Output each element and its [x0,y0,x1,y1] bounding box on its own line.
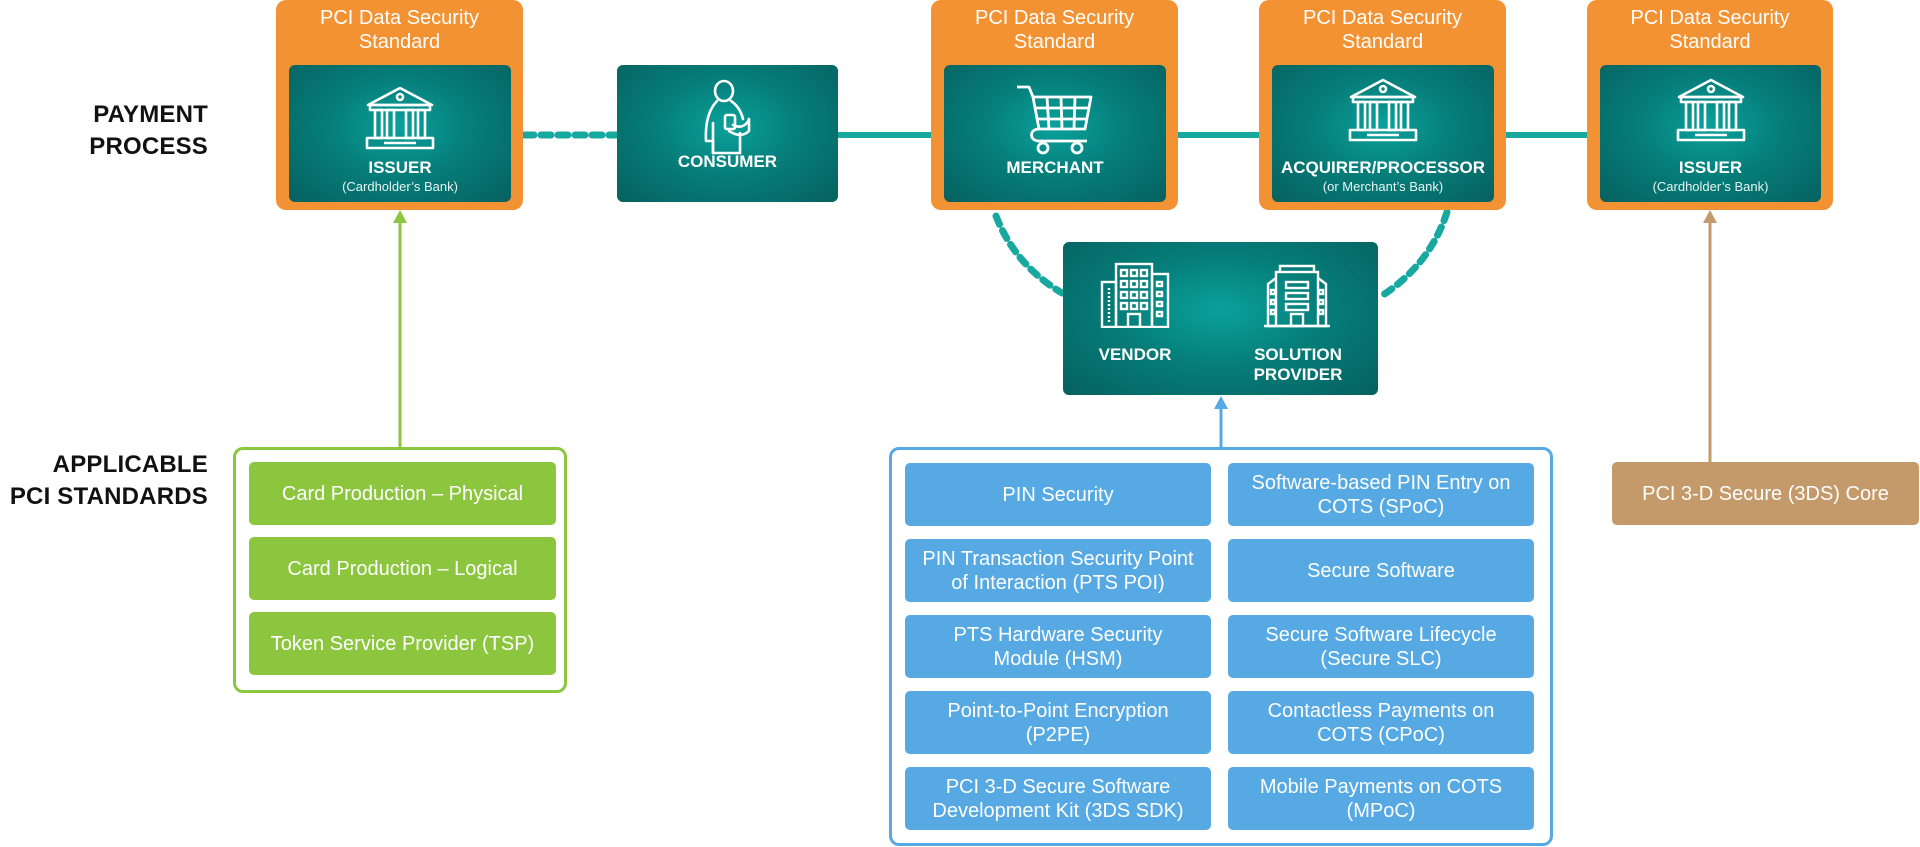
standard-label: PIN Security [1002,483,1113,507]
standard-label-line: (MPoC) [1346,799,1416,822]
row-label-payment-process: PAYMENT PROCESS [89,99,208,163]
standard-label-line: Secure Software Lifecycle [1265,623,1497,646]
standard-secure-slc[interactable]: Secure Software Lifecycle (Secure SLC) [1228,615,1534,678]
dss-header-line: PCI Data Security [320,7,479,29]
row-label-line: PAYMENT [93,101,208,128]
node-title: ISSUER [368,158,432,177]
connector-acquirer-vendor [1376,208,1451,301]
standard-label: PCI 3-D Secure Software Development Kit (… [932,775,1183,823]
issuer-right-card: ISSUER (Cardholder’s Bank) [1600,65,1821,202]
node-issuer-right[interactable]: PCI Data Security Standard ISSUER (Cardh… [1587,0,1833,210]
office-building-icon [1100,262,1170,328]
standard-label-line: COTS (CPoC) [1317,723,1445,746]
standard-card-production-physical[interactable]: Card Production – Physical [249,462,556,525]
row-label-line: PCI STANDARDS [9,483,208,510]
standard-label-line: Contactless Payments on [1267,699,1495,722]
standard-label-line: PTS Hardware Security [953,623,1163,646]
vendor-label: VENDOR [1098,345,1172,364]
arrowhead-blue [1214,396,1228,409]
standard-token-service-provider[interactable]: Token Service Provider (TSP) [249,612,556,675]
node-subtitle: (Cardholder’s Bank) [342,179,458,194]
standard-label-line: PCI 3-D Secure Software [945,775,1171,798]
solution-provider-line: PROVIDER [1253,365,1343,384]
green-standards-group: Card Production – Physical Card Producti… [233,447,567,693]
standard-label: PTS Hardware Security Module (HSM) [954,623,1163,671]
connector-merchant-vendor [992,212,1066,297]
standard-mpoc[interactable]: Mobile Payments on COTS (MPoC) [1228,767,1534,830]
standard-label: Secure Software Lifecycle (Secure SLC) [1265,623,1496,671]
dss-header: PCI Data Security Standard [931,6,1178,54]
node-issuer-left[interactable]: PCI Data Security Standard ISSUER (Cardh… [276,0,523,210]
node-title: MERCHANT [1006,158,1104,177]
standard-3ds-core[interactable]: PCI 3-D Secure (3DS) Core [1612,462,1919,525]
issuer-left-card: ISSUER (Cardholder’s Bank) [289,65,511,202]
bank-icon [1348,78,1418,142]
node-subtitle: (Cardholder’s Bank) [1652,179,1769,194]
standard-label-line: (Secure SLC) [1320,647,1442,670]
standard-label-line: Software-based PIN Entry on [1251,471,1511,494]
row-label-line: APPLICABLE [52,451,208,478]
standard-label-line: Mobile Payments on COTS [1259,775,1503,798]
standard-label-line: COTS (SPoC) [1317,495,1445,518]
dss-header-line: PCI Data Security [975,7,1134,29]
standard-p2pe[interactable]: Point-to-Point Encryption (P2PE) [905,691,1211,754]
node-subtitle: (or Merchant’s Bank) [1322,179,1444,194]
standard-card-production-logical[interactable]: Card Production – Logical [249,537,556,600]
dss-header: PCI Data Security Standard [1587,6,1833,54]
merchant-card: MERCHANT [944,65,1166,202]
standard-label-line: PIN Transaction Security Point [922,547,1194,570]
row-label-applicable-standards: APPLICABLE PCI STANDARDS [10,449,208,513]
standard-label: Contactless Payments on COTS (CPoC) [1268,699,1495,747]
standard-cpoc[interactable]: Contactless Payments on COTS (CPoC) [1228,691,1534,754]
standard-label: Secure Software [1307,559,1455,583]
node-vendor-solution-provider[interactable]: VENDOR SOLUTION PROVIDER [1063,242,1378,395]
dss-header: PCI Data Security Standard [276,6,523,54]
node-title: ISSUER [1678,158,1743,177]
shopping-cart-icon [1017,85,1093,155]
arrowhead-tan [1703,210,1717,223]
standard-pts-hsm[interactable]: PTS Hardware Security Module (HSM) [905,615,1211,678]
standard-label-line: Point-to-Point Encryption [947,699,1169,722]
dss-header-line: Standard [358,31,441,53]
standard-pts-poi[interactable]: PIN Transaction Security Point of Interac… [905,539,1211,602]
node-consumer[interactable]: CONSUMER [617,65,838,202]
standard-label: Mobile Payments on COTS (MPoC) [1260,775,1502,823]
node-merchant[interactable]: PCI Data Security Standard MERCHANT [931,0,1178,210]
blue-standards-group: PIN Security Software-based PIN Entry on C… [889,447,1553,846]
node-title: ACQUIRER/PROCESSOR [1280,158,1486,177]
dss-header-line: PCI Data Security [1303,7,1462,29]
bank-icon [365,86,435,150]
solution-provider-line: SOLUTION [1254,345,1342,364]
standard-label: Software-based PIN Entry on COTS (SPoC) [1251,471,1510,519]
standard-label-line: PIN Security [1002,483,1114,506]
dss-header-line: Standard [1669,31,1751,53]
standard-label-line: Module (HSM) [993,647,1123,670]
dss-header-line: Standard [1341,31,1424,53]
dss-header: PCI Data Security Standard [1259,6,1506,54]
row-label-line: PROCESS [89,133,208,160]
standard-label: PIN Transaction Security Point of Interac… [922,547,1193,595]
standard-label: Point-to-Point Encryption (P2PE) [947,699,1168,747]
dss-header-line: PCI Data Security [1630,7,1790,29]
standard-label-line: of Interaction (PTS POI) [951,571,1165,594]
standard-pin-security[interactable]: PIN Security [905,463,1211,526]
node-title: CONSUMER [677,152,778,171]
standard-3ds-sdk[interactable]: PCI 3-D Secure Software Development Kit (… [905,767,1211,830]
person-phone-icon [704,79,750,155]
standard-label-line: Secure Software [1307,559,1455,582]
standard-label-line: (P2PE) [1025,723,1091,746]
bank-icon [1676,78,1745,142]
solution-provider-label: SOLUTION PROVIDER [1242,345,1354,385]
acquirer-card: ACQUIRER/PROCESSOR (or Merchant’s Bank) [1272,65,1494,202]
standard-spoc[interactable]: Software-based PIN Entry on COTS (SPoC) [1228,463,1534,526]
arrowhead-green [393,210,407,223]
hotel-building-icon [1264,264,1330,328]
standard-secure-software[interactable]: Secure Software [1228,539,1534,602]
dss-header-line: Standard [1013,31,1096,53]
node-acquirer[interactable]: PCI Data Security Standard ACQUIRER/PROC… [1259,0,1506,210]
standard-label-line: Development Kit (3DS SDK) [932,799,1184,822]
